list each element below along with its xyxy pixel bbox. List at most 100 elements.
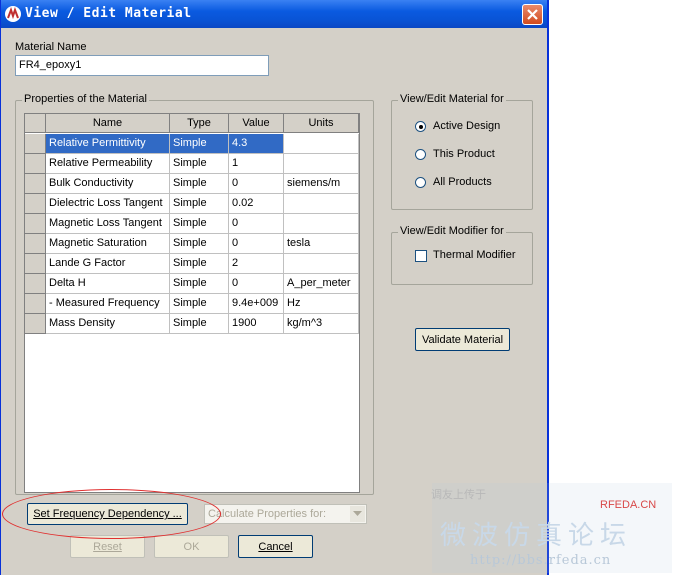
row-header[interactable] (25, 174, 46, 194)
cell-value[interactable]: 4.3 (229, 134, 284, 154)
radio-this-product[interactable] (415, 149, 426, 160)
table-row[interactable]: Relative Permittivity Simple 4.3 (25, 134, 359, 154)
validate-material-button[interactable]: Validate Material (415, 328, 510, 351)
column-header-value[interactable]: Value (229, 114, 284, 133)
cell-value[interactable]: 0 (229, 174, 284, 194)
radio-selected-dot (419, 125, 423, 129)
column-header-units[interactable]: Units (284, 114, 359, 133)
cell-value[interactable]: 9.4e+009 (229, 294, 284, 314)
cell-name[interactable]: Lande G Factor (46, 254, 170, 274)
cell-type[interactable]: Simple (170, 194, 229, 214)
watermark-forum-name: 微波仿真论坛 (440, 521, 633, 551)
material-name-input[interactable]: FR4_epoxy1 (15, 55, 269, 76)
thermal-modifier-label: Thermal Modifier (433, 249, 516, 261)
cancel-button[interactable]: Cancel (238, 535, 313, 558)
window-title: View / Edit Material (25, 6, 192, 21)
cell-name[interactable]: Magnetic Saturation (46, 234, 170, 254)
cell-name[interactable]: - Measured Frequency (46, 294, 170, 314)
cell-type[interactable]: Simple (170, 214, 229, 234)
cell-type[interactable]: Simple (170, 154, 229, 174)
table-row[interactable]: Magnetic Saturation Simple 0 tesla (25, 234, 359, 254)
cell-units[interactable] (284, 154, 359, 174)
row-header[interactable] (25, 274, 46, 294)
watermark-logo-text: RFEDA.CN (600, 499, 657, 511)
calculate-properties-value: Calculate Properties for: (208, 508, 326, 520)
watermark-upload-text: 调友上传于 (431, 488, 486, 501)
cell-value[interactable]: 2 (229, 254, 284, 274)
radio-label-this-product: This Product (433, 148, 495, 160)
cell-type[interactable]: Simple (170, 314, 229, 334)
table-row[interactable]: Magnetic Loss Tangent Simple 0 (25, 214, 359, 234)
radio-all-products[interactable] (415, 177, 426, 188)
row-header[interactable] (25, 254, 46, 274)
cell-units[interactable] (284, 194, 359, 214)
reset-button[interactable]: Reset (70, 535, 145, 558)
cell-units[interactable] (284, 254, 359, 274)
cell-type[interactable]: Simple (170, 294, 229, 314)
table-row[interactable]: Mass Density Simple 1900 kg/m^3 (25, 314, 359, 334)
cell-name[interactable]: Relative Permittivity (46, 134, 170, 154)
table-row[interactable]: Lande G Factor Simple 2 (25, 254, 359, 274)
cell-value[interactable]: 1 (229, 154, 284, 174)
cell-units[interactable]: tesla (284, 234, 359, 254)
row-header[interactable] (25, 154, 46, 174)
grid-corner-header (25, 114, 46, 133)
close-icon (527, 9, 538, 20)
row-header[interactable] (25, 194, 46, 214)
cell-value[interactable]: 1900 (229, 314, 284, 334)
reset-button-label: Reset (93, 540, 122, 553)
row-header[interactable] (25, 314, 46, 334)
cell-name[interactable]: Delta H (46, 274, 170, 294)
cell-type[interactable]: Simple (170, 254, 229, 274)
cell-units[interactable]: siemens/m (284, 174, 359, 194)
table-row[interactable]: Dielectric Loss Tangent Simple 0.02 (25, 194, 359, 214)
row-header[interactable] (25, 214, 46, 234)
table-row[interactable]: - Measured Frequency Simple 9.4e+009 Hz (25, 294, 359, 314)
edit-for-group-title: View/Edit Material for (398, 93, 506, 105)
cell-name[interactable]: Relative Permeability (46, 154, 170, 174)
cell-type[interactable]: Simple (170, 174, 229, 194)
radio-label-all-products: All Products (433, 176, 492, 188)
cell-name[interactable]: Mass Density (46, 314, 170, 334)
material-name-label: Material Name (15, 41, 87, 53)
row-header[interactable] (25, 234, 46, 254)
watermark-url: http://bbs.rfeda.cn (470, 553, 612, 568)
cell-value[interactable]: 0 (229, 274, 284, 294)
radio-active-design[interactable] (415, 121, 426, 132)
column-header-name[interactable]: Name (46, 114, 170, 133)
properties-grid: Name Type Value Units Relative Permittiv… (24, 113, 360, 493)
cell-type[interactable]: Simple (170, 234, 229, 254)
thermal-modifier-checkbox[interactable] (415, 250, 427, 262)
title-bar[interactable]: View / Edit Material (1, 0, 547, 28)
cell-units[interactable]: A_per_meter (284, 274, 359, 294)
set-frequency-dependency-button[interactable]: Set Frequency Dependency ... (27, 503, 188, 525)
row-header[interactable] (25, 294, 46, 314)
set-frequency-dependency-label: Set Frequency Dependency ... (33, 508, 182, 520)
chevron-down-icon[interactable] (350, 506, 365, 522)
cell-name[interactable]: Dielectric Loss Tangent (46, 194, 170, 214)
table-row[interactable]: Delta H Simple 0 A_per_meter (25, 274, 359, 294)
radio-label-active-design: Active Design (433, 120, 501, 132)
ok-button[interactable]: OK (154, 535, 229, 558)
cell-name[interactable]: Bulk Conductivity (46, 174, 170, 194)
cell-name[interactable]: Magnetic Loss Tangent (46, 214, 170, 234)
cell-units[interactable] (284, 134, 359, 154)
table-row[interactable]: Bulk Conductivity Simple 0 siemens/m (25, 174, 359, 194)
cell-value[interactable]: 0 (229, 214, 284, 234)
row-header[interactable] (25, 134, 46, 154)
cell-units[interactable]: Hz (284, 294, 359, 314)
cell-type[interactable]: Simple (170, 274, 229, 294)
cell-value[interactable]: 0.02 (229, 194, 284, 214)
modifier-group-title: View/Edit Modifier for (398, 225, 506, 237)
app-logo-icon (5, 6, 21, 22)
cancel-button-label: Cancel (258, 540, 293, 553)
properties-group-title: Properties of the Material (22, 93, 149, 105)
calculate-properties-combo[interactable]: Calculate Properties for: (204, 504, 367, 524)
table-row[interactable]: Relative Permeability Simple 1 (25, 154, 359, 174)
cell-units[interactable] (284, 214, 359, 234)
column-header-type[interactable]: Type (170, 114, 229, 133)
cell-type[interactable]: Simple (170, 134, 229, 154)
close-button[interactable] (522, 4, 543, 25)
cell-units[interactable]: kg/m^3 (284, 314, 359, 334)
cell-value[interactable]: 0 (229, 234, 284, 254)
